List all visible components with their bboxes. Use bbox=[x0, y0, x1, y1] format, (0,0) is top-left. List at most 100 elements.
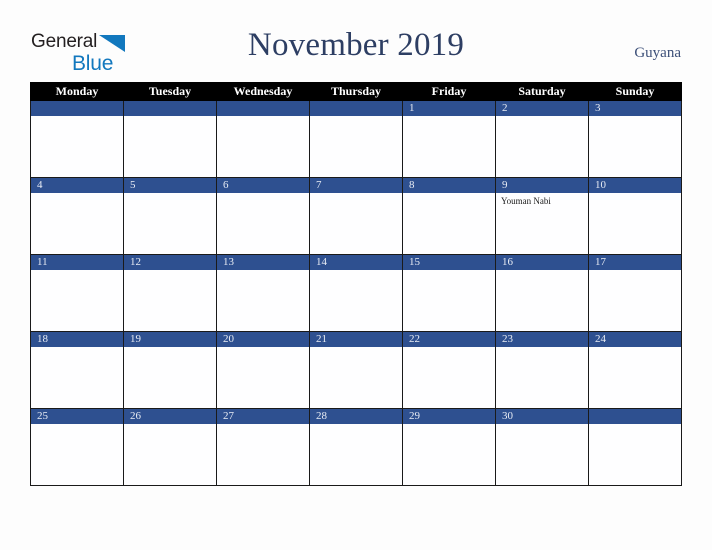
weekday-header-friday: Friday bbox=[402, 82, 496, 101]
day-events[interactable]: Youman Nabi bbox=[496, 193, 588, 254]
day-events[interactable] bbox=[496, 270, 588, 331]
calendar-day-cell[interactable]: 6 bbox=[216, 177, 310, 255]
calendar-week-row: 25 26 27 28 29 30 bbox=[30, 408, 682, 486]
day-events[interactable] bbox=[310, 116, 402, 177]
calendar-day-cell[interactable] bbox=[588, 408, 682, 486]
day-number: 3 bbox=[589, 101, 681, 116]
day-events[interactable] bbox=[31, 193, 123, 254]
calendar-day-cell[interactable]: 23 bbox=[495, 331, 589, 409]
day-events[interactable] bbox=[124, 193, 216, 254]
day-events[interactable] bbox=[310, 347, 402, 408]
day-events[interactable] bbox=[589, 116, 681, 177]
calendar-day-cell[interactable]: 18 bbox=[30, 331, 124, 409]
calendar-day-cell[interactable]: 29 bbox=[402, 408, 496, 486]
calendar-day-cell[interactable]: 24 bbox=[588, 331, 682, 409]
day-number: 15 bbox=[403, 255, 495, 270]
day-events[interactable] bbox=[310, 424, 402, 485]
calendar-day-cell[interactable]: 20 bbox=[216, 331, 310, 409]
day-events[interactable] bbox=[403, 347, 495, 408]
calendar-day-cell[interactable] bbox=[309, 100, 403, 178]
day-number: 24 bbox=[589, 332, 681, 347]
day-events[interactable] bbox=[496, 116, 588, 177]
calendar-week-row: 11 12 13 14 15 16 17 bbox=[30, 254, 682, 332]
day-events[interactable] bbox=[403, 116, 495, 177]
day-events[interactable] bbox=[31, 347, 123, 408]
calendar-day-cell[interactable]: 22 bbox=[402, 331, 496, 409]
day-events[interactable] bbox=[217, 347, 309, 408]
day-number: 18 bbox=[31, 332, 123, 347]
calendar-day-cell[interactable]: 12 bbox=[123, 254, 217, 332]
weekday-header-monday: Monday bbox=[30, 82, 124, 101]
calendar-body: 1 2 3 4 5 6 7 8 9 Youman Nabi 10 11 12 1… bbox=[30, 100, 682, 486]
day-number bbox=[310, 101, 402, 116]
calendar-day-cell[interactable]: 1 bbox=[402, 100, 496, 178]
day-events[interactable] bbox=[31, 116, 123, 177]
calendar-day-cell[interactable]: 10 bbox=[588, 177, 682, 255]
day-events[interactable] bbox=[403, 424, 495, 485]
day-events[interactable] bbox=[124, 347, 216, 408]
calendar-day-cell[interactable]: 2 bbox=[495, 100, 589, 178]
day-number: 9 bbox=[496, 178, 588, 193]
day-events[interactable] bbox=[217, 193, 309, 254]
calendar-day-cell[interactable]: 21 bbox=[309, 331, 403, 409]
calendar-day-cell[interactable]: 27 bbox=[216, 408, 310, 486]
day-number: 20 bbox=[217, 332, 309, 347]
day-events[interactable] bbox=[124, 116, 216, 177]
day-events[interactable] bbox=[496, 424, 588, 485]
calendar-day-cell[interactable] bbox=[30, 100, 124, 178]
calendar-day-cell[interactable]: 14 bbox=[309, 254, 403, 332]
day-number: 19 bbox=[124, 332, 216, 347]
calendar-day-cell[interactable]: 4 bbox=[30, 177, 124, 255]
weekday-header-row: Monday Tuesday Wednesday Thursday Friday… bbox=[30, 82, 682, 101]
day-number bbox=[217, 101, 309, 116]
calendar-week-row: 4 5 6 7 8 9 Youman Nabi 10 bbox=[30, 177, 682, 255]
day-events[interactable] bbox=[124, 270, 216, 331]
calendar-day-cell[interactable] bbox=[216, 100, 310, 178]
day-events[interactable] bbox=[496, 347, 588, 408]
calendar-day-cell[interactable]: 15 bbox=[402, 254, 496, 332]
day-number: 23 bbox=[496, 332, 588, 347]
day-events[interactable] bbox=[31, 270, 123, 331]
calendar-day-cell[interactable]: 17 bbox=[588, 254, 682, 332]
day-events[interactable] bbox=[31, 424, 123, 485]
day-events[interactable] bbox=[217, 116, 309, 177]
day-number: 16 bbox=[496, 255, 588, 270]
calendar-day-cell[interactable]: 16 bbox=[495, 254, 589, 332]
calendar-day-cell[interactable]: 19 bbox=[123, 331, 217, 409]
calendar-day-cell[interactable]: 5 bbox=[123, 177, 217, 255]
day-events[interactable] bbox=[589, 193, 681, 254]
calendar-day-cell[interactable]: 11 bbox=[30, 254, 124, 332]
country-label: Guyana bbox=[634, 45, 681, 61]
day-events[interactable] bbox=[310, 193, 402, 254]
calendar-day-cell[interactable]: 9 Youman Nabi bbox=[495, 177, 589, 255]
calendar-day-cell[interactable]: 13 bbox=[216, 254, 310, 332]
calendar-day-cell[interactable]: 28 bbox=[309, 408, 403, 486]
day-number: 13 bbox=[217, 255, 309, 270]
calendar-day-cell[interactable] bbox=[123, 100, 217, 178]
day-number: 2 bbox=[496, 101, 588, 116]
day-number: 25 bbox=[31, 409, 123, 424]
day-events[interactable] bbox=[403, 193, 495, 254]
calendar-day-cell[interactable]: 8 bbox=[402, 177, 496, 255]
day-events[interactable] bbox=[217, 424, 309, 485]
day-number: 6 bbox=[217, 178, 309, 193]
calendar-day-cell[interactable]: 26 bbox=[123, 408, 217, 486]
day-events[interactable] bbox=[589, 424, 681, 485]
day-number: 10 bbox=[589, 178, 681, 193]
day-events[interactable] bbox=[589, 347, 681, 408]
calendar-day-cell[interactable]: 30 bbox=[495, 408, 589, 486]
calendar-day-cell[interactable]: 3 bbox=[588, 100, 682, 178]
day-number: 17 bbox=[589, 255, 681, 270]
calendar-day-cell[interactable]: 7 bbox=[309, 177, 403, 255]
day-number: 7 bbox=[310, 178, 402, 193]
calendar-day-cell[interactable]: 25 bbox=[30, 408, 124, 486]
weekday-header-wednesday: Wednesday bbox=[216, 82, 310, 101]
day-events[interactable] bbox=[589, 270, 681, 331]
day-events[interactable] bbox=[403, 270, 495, 331]
day-number: 8 bbox=[403, 178, 495, 193]
weekday-header-tuesday: Tuesday bbox=[123, 82, 217, 101]
day-number bbox=[31, 101, 123, 116]
day-events[interactable] bbox=[124, 424, 216, 485]
day-events[interactable] bbox=[310, 270, 402, 331]
day-events[interactable] bbox=[217, 270, 309, 331]
